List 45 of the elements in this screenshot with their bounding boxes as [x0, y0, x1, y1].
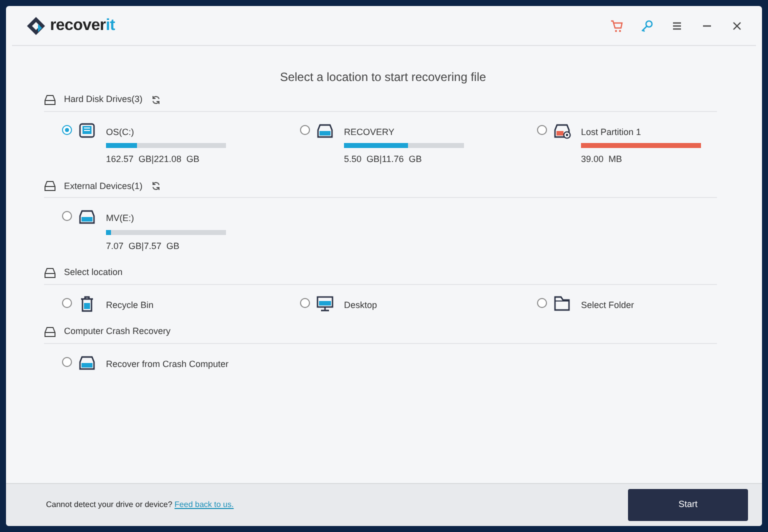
location-label[interactable]: OS(C:)	[106, 126, 226, 139]
capacity-text: 162.57 GB|221.08 GB	[106, 153, 200, 166]
section-title: Computer Crash Recovery	[64, 325, 171, 338]
capacity-text: 5.50 GB|11.76 GB	[344, 153, 423, 166]
location-label[interactable]: Recover from Crash Computer	[106, 358, 229, 371]
drive-icon	[78, 208, 96, 225]
drive-icon	[44, 94, 56, 106]
cart-icon[interactable]	[610, 18, 624, 32]
drive-icon	[316, 122, 334, 138]
refresh-icon[interactable]	[150, 94, 161, 105]
help-note: Cannot detect your drive or device?	[46, 500, 172, 509]
radio-button[interactable]	[62, 124, 72, 134]
trash-icon	[78, 294, 96, 312]
logo-icon	[26, 16, 46, 36]
radio-button[interactable]	[300, 124, 310, 134]
radio-button[interactable]	[62, 356, 72, 366]
app-name: recoverit	[50, 16, 115, 36]
radio-button[interactable]	[537, 298, 547, 308]
location-label[interactable]: Select Folder	[581, 298, 634, 312]
drive-icon	[44, 326, 56, 338]
location-label[interactable]: MV(E:)	[106, 212, 226, 226]
start-button[interactable]: Start	[628, 489, 748, 521]
location-label[interactable]: Recycle Bin	[106, 298, 154, 312]
section-title: Select location	[64, 266, 123, 279]
location-label[interactable]: RECOVERY	[344, 126, 464, 139]
drive-icon	[44, 180, 56, 192]
radio-button[interactable]	[62, 211, 72, 221]
drive-icon	[78, 354, 96, 370]
capacity-text: 39.00 MB	[581, 153, 624, 166]
radio-button[interactable]	[537, 124, 547, 134]
monitor-icon	[316, 294, 334, 312]
radio-button[interactable]	[300, 298, 310, 308]
radio-button[interactable]	[62, 298, 72, 308]
page-heading: Select a location to start recovering file	[278, 69, 488, 86]
section-title: External Devices(1)	[64, 180, 143, 193]
folder-icon	[553, 294, 571, 312]
section-title: Hard Disk Drives(3)	[64, 93, 143, 106]
capacity-text: 7.07 GB|7.57 GB	[106, 240, 180, 253]
location-label[interactable]: Desktop	[344, 298, 378, 312]
refresh-icon[interactable]	[150, 181, 161, 192]
location-label[interactable]: Lost Partition 1	[581, 126, 701, 139]
drive-icon	[78, 122, 96, 138]
drive-icon	[44, 266, 56, 279]
key-icon[interactable]	[640, 18, 654, 32]
drive-warning-icon	[553, 122, 571, 138]
